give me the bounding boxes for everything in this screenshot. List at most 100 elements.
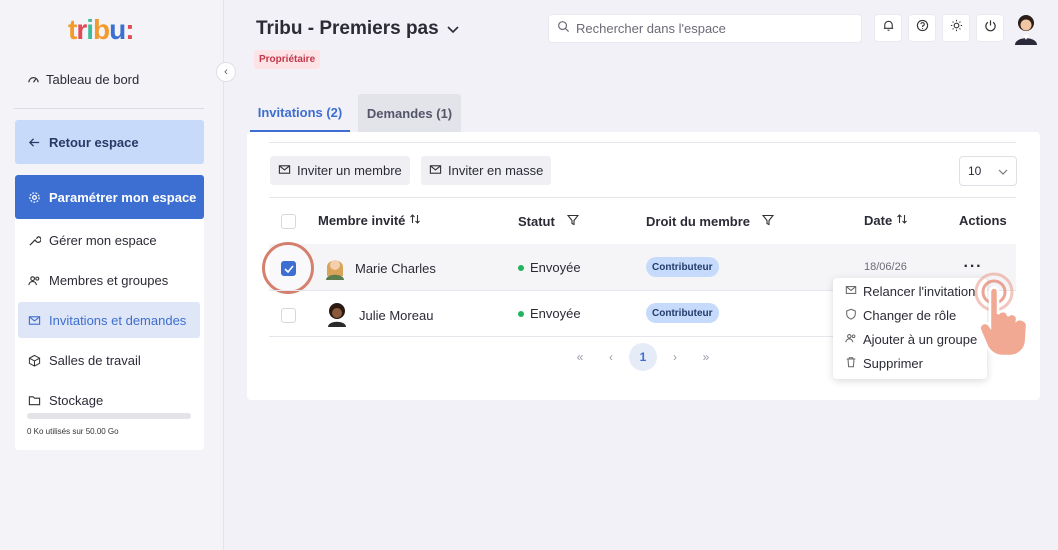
status-dot <box>518 310 524 317</box>
help-icon <box>916 19 929 37</box>
menu-item-label: Ajouter à un groupe <box>863 331 978 347</box>
status-text: Envoyée <box>530 306 581 321</box>
role-badge: Propriétaire <box>254 50 321 69</box>
back-label: Retour espace <box>49 134 139 150</box>
shield-icon <box>845 308 857 323</box>
tab-invitations[interactable]: Invitations (2) <box>250 94 350 132</box>
mail-icon <box>845 284 857 299</box>
tap-hand-cursor <box>966 270 1038 358</box>
member-name: Julie Moreau <box>359 308 434 323</box>
status-cell: Envoyée <box>518 306 581 321</box>
menu-item-label: Relancer l'invitation <box>863 283 976 299</box>
status-cell: Envoyée <box>518 260 581 275</box>
back-to-space-button[interactable]: Retour espace <box>15 120 204 164</box>
gear-icon <box>27 190 41 204</box>
arrow-left-icon <box>27 135 41 149</box>
member-cell: Julie Moreau <box>326 301 433 330</box>
menu-item-resend[interactable]: Relancer l'invitation <box>833 279 987 303</box>
sidebar-item-label: Salles de travail <box>49 352 141 368</box>
menu-item-change-role[interactable]: Changer de rôle <box>833 303 987 327</box>
column-label: Membre invité <box>318 213 406 228</box>
menu-item-delete[interactable]: Supprimer <box>833 351 987 375</box>
avatar <box>324 254 346 283</box>
logout-button[interactable] <box>976 14 1004 42</box>
power-icon <box>984 19 997 37</box>
page-size-select[interactable]: 10 <box>959 156 1017 186</box>
page-title: Tribu - Premiers pas <box>256 18 439 39</box>
invite-bulk-button[interactable]: Inviter en masse <box>421 156 552 185</box>
filter-icon <box>761 214 775 229</box>
sidebar-item-invitations[interactable]: Invitations et demandes <box>18 302 200 338</box>
sidebar: tribu : Tableau de bord Retour espace Pa… <box>0 0 224 550</box>
mail-icon <box>27 313 41 327</box>
settings-nav-header[interactable]: Paramétrer mon espace <box>15 175 204 219</box>
invite-member-label: Inviter un membre <box>297 163 402 178</box>
bell-icon <box>882 19 895 37</box>
column-label: Droit du membre <box>646 214 751 229</box>
search-input[interactable] <box>576 21 846 36</box>
invite-member-button[interactable]: Inviter un membre <box>270 156 410 185</box>
sidebar-divider <box>14 108 204 109</box>
divider <box>269 142 1016 143</box>
space-title-dropdown[interactable]: Tribu - Premiers pas <box>256 18 459 40</box>
menu-item-add-to-group[interactable]: Ajouter à un groupe <box>833 327 987 351</box>
row-checkbox[interactable] <box>281 261 296 276</box>
sun-icon <box>950 19 963 37</box>
pagination-next[interactable]: › <box>664 346 686 368</box>
column-header-actions: Actions <box>959 213 1007 228</box>
invite-bulk-label: Inviter en masse <box>448 163 544 178</box>
storage-progress-bar <box>27 413 191 419</box>
status-dot <box>518 264 524 271</box>
sidebar-item-dashboard[interactable]: Tableau de bord <box>26 72 139 87</box>
notifications-button[interactable] <box>874 14 902 42</box>
help-button[interactable] <box>908 14 936 42</box>
sidebar-item-manage-space[interactable]: Gérer mon espace <box>15 222 204 258</box>
column-label: Statut <box>518 214 555 229</box>
collapse-sidebar-button[interactable]: ‹ <box>216 62 236 82</box>
settings-nav: Paramétrer mon espace Gérer mon espace M… <box>15 175 204 450</box>
chevron-left-icon: ‹ <box>224 66 228 78</box>
role-badge-contributor: Contributeur <box>646 303 719 323</box>
menu-item-label: Changer de rôle <box>863 307 957 323</box>
tab-requests[interactable]: Demandes (1) <box>358 94 461 132</box>
row-actions-menu: Relancer l'invitation Changer de rôle Aj… <box>833 278 987 379</box>
select-all-checkbox[interactable] <box>281 214 296 229</box>
menu-item-label: Supprimer <box>863 355 923 371</box>
settings-label: Paramétrer mon espace <box>49 189 197 205</box>
chevron-down-icon <box>447 18 459 40</box>
column-label: Date <box>864 213 893 228</box>
theme-toggle-button[interactable] <box>942 14 970 42</box>
trash-icon <box>845 356 857 371</box>
sort-icon <box>896 213 908 228</box>
member-name: Marie Charles <box>355 261 436 276</box>
column-header-date[interactable]: Date <box>864 213 908 228</box>
mail-icon <box>429 163 442 179</box>
sidebar-item-label: Membres et groupes <box>49 272 169 288</box>
dashboard-gauge-icon <box>26 73 40 87</box>
pagination-last[interactable]: » <box>695 346 717 368</box>
sort-icon <box>409 213 421 228</box>
avatar <box>326 301 348 330</box>
row-checkbox[interactable] <box>281 308 296 323</box>
pagination-page-1[interactable]: 1 <box>629 343 657 371</box>
folder-icon <box>27 393 41 407</box>
cube-icon <box>27 353 41 367</box>
search-icon <box>557 20 570 38</box>
sidebar-item-members-groups[interactable]: Membres et groupes <box>15 262 204 298</box>
column-header-status[interactable]: Statut <box>518 214 579 229</box>
storage-usage-text: 0 Ko utilisés sur 50.00 Go <box>27 427 119 436</box>
tribu-logo[interactable]: tribu : <box>68 14 135 46</box>
column-label: Actions <box>959 213 1007 228</box>
wrench-icon <box>27 233 41 247</box>
divider <box>269 197 1016 198</box>
sidebar-item-label: Invitations et demandes <box>49 312 187 328</box>
sidebar-item-workrooms[interactable]: Salles de travail <box>15 342 204 378</box>
pagination-prev[interactable]: ‹ <box>600 346 622 368</box>
sidebar-item-label: Stockage <box>49 392 104 408</box>
pagination-first[interactable]: « <box>569 346 591 368</box>
user-avatar[interactable] <box>1012 13 1040 45</box>
mail-icon <box>278 163 291 179</box>
column-header-role[interactable]: Droit du membre <box>646 214 775 229</box>
column-header-member[interactable]: Membre invité <box>318 213 421 228</box>
users-icon <box>845 332 857 347</box>
